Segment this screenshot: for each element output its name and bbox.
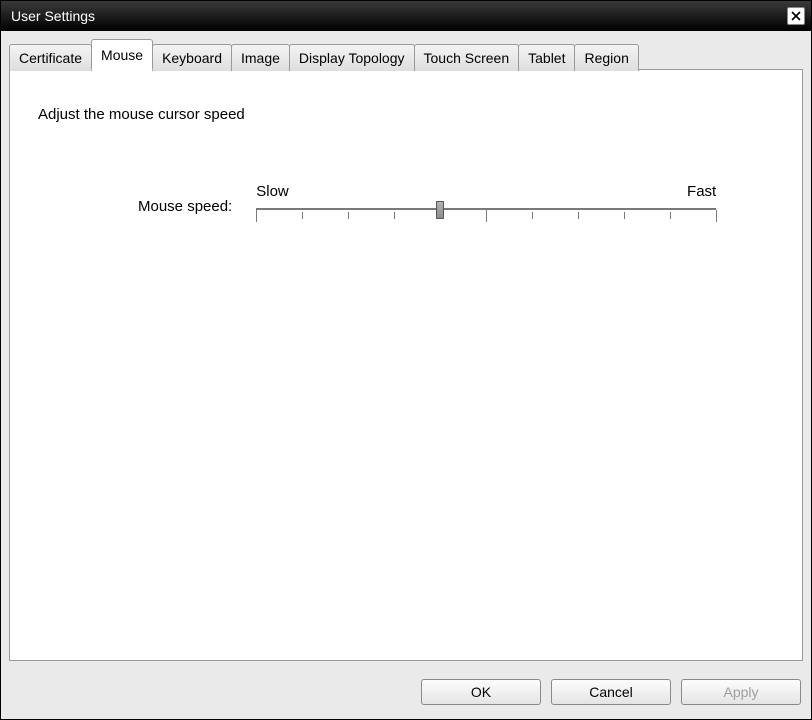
cancel-button[interactable]: Cancel	[551, 679, 671, 705]
content-area: Certificate Mouse Keyboard Image Display…	[1, 31, 811, 669]
ok-button[interactable]: OK	[421, 679, 541, 705]
slider-tick	[716, 210, 717, 222]
tab-panel-mouse: Adjust the mouse cursor speed Mouse spee…	[9, 69, 803, 661]
tab-display-topology[interactable]: Display Topology	[289, 44, 415, 71]
tab-region[interactable]: Region	[574, 44, 638, 71]
slow-label: Slow	[256, 183, 289, 200]
close-button[interactable]	[787, 7, 805, 25]
tab-image[interactable]: Image	[231, 44, 290, 71]
slider-ticks	[256, 210, 716, 224]
slider-tick	[256, 210, 257, 222]
title-bar: User Settings	[1, 1, 811, 31]
apply-button[interactable]: Apply	[681, 679, 801, 705]
tab-certificate[interactable]: Certificate	[9, 44, 92, 71]
close-icon	[791, 11, 801, 21]
window-title: User Settings	[11, 8, 95, 24]
tab-strip: Certificate Mouse Keyboard Image Display…	[9, 39, 803, 70]
button-label: Apply	[723, 684, 758, 700]
slider-tick	[302, 212, 303, 219]
tab-label: Region	[584, 50, 628, 66]
tab-touch-screen[interactable]: Touch Screen	[414, 44, 520, 71]
mouse-speed-row: Mouse speed: Slow Fast	[138, 183, 774, 230]
slider-tick	[486, 210, 487, 222]
slider-tick	[348, 212, 349, 219]
tab-label: Certificate	[19, 50, 82, 66]
fast-label: Fast	[687, 183, 716, 200]
slider-tick	[670, 212, 671, 219]
button-label: Cancel	[589, 684, 633, 700]
slider-tick	[624, 212, 625, 219]
tab-keyboard[interactable]: Keyboard	[152, 44, 232, 71]
tab-label: Touch Screen	[424, 50, 510, 66]
tab-label: Display Topology	[299, 50, 405, 66]
mouse-speed-slider[interactable]	[256, 202, 716, 230]
tab-label: Tablet	[528, 50, 565, 66]
slider-scale-labels: Slow Fast	[256, 183, 716, 200]
instruction-text: Adjust the mouse cursor speed	[38, 106, 774, 123]
dialog-button-row: OK Cancel Apply	[1, 669, 811, 719]
slider-tick	[394, 212, 395, 219]
tab-label: Keyboard	[162, 50, 222, 66]
slider-tick	[532, 212, 533, 219]
slider-thumb[interactable]	[436, 201, 444, 219]
tab-tablet[interactable]: Tablet	[518, 44, 575, 71]
tab-label: Mouse	[101, 47, 143, 63]
settings-window: User Settings Certificate Mouse Keyboard…	[0, 0, 812, 720]
slider-tick	[578, 212, 579, 219]
tab-mouse[interactable]: Mouse	[91, 39, 153, 70]
mouse-speed-label: Mouse speed:	[138, 198, 232, 215]
tab-label: Image	[241, 50, 280, 66]
button-label: OK	[471, 684, 491, 700]
mouse-speed-slider-block: Slow Fast	[256, 183, 716, 230]
